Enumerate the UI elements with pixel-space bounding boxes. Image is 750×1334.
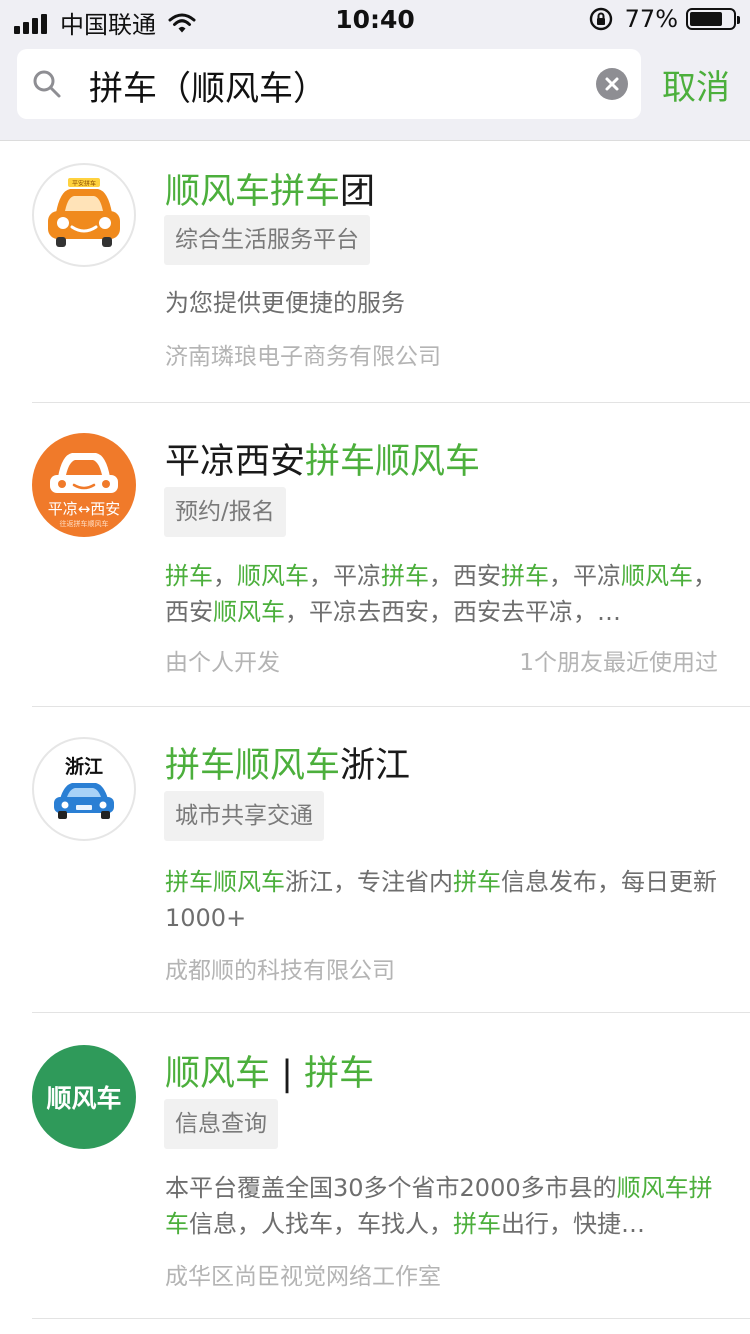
category-tag: 预约/报名 xyxy=(164,487,286,537)
text-segment: 信息，人找车，车找人， xyxy=(189,1210,453,1238)
highlighted-keyword: 顺风车 xyxy=(165,1054,271,1094)
logo-route-subtext: 往返拼车顺风车 xyxy=(60,519,109,528)
highlighted-keyword: 顺风车 xyxy=(237,562,309,590)
highlighted-keyword: 拼车 xyxy=(304,1054,375,1094)
list-item[interactable]: 浙江 拼车顺风车浙江 城市共享交通 拼车顺风车浙江，专注省内拼车信息发布，每日更… xyxy=(0,707,750,1013)
highlighted-keyword: 拼车 xyxy=(381,562,429,590)
search-input[interactable]: 拼车（顺风车） xyxy=(89,61,327,110)
divider xyxy=(32,1318,750,1319)
highlighted-keyword: 拼车 xyxy=(501,562,549,590)
result-title: 平凉西安拼车顺风车 xyxy=(165,433,480,484)
logo-route-text: 平凉↔西安 xyxy=(48,500,121,518)
orientation-lock-icon xyxy=(589,7,612,31)
text-segment: 为您提供更便捷的服务 xyxy=(165,289,405,317)
result-description: 拼车，顺风车，平凉拼车，西安拼车，平凉顺风车，西安顺风车，平凉去西安，西安去平凉… xyxy=(165,558,720,630)
result-description: 本平台覆盖全国30多个省市2000多市县的顺风车拼车信息，人找车，车找人，拼车出… xyxy=(165,1170,720,1242)
list-item[interactable]: 平凉↔西安 往返拼车顺风车 平凉西安拼车顺风车 预约/报名 拼车，顺风车，平凉拼… xyxy=(0,403,750,707)
text-segment: ，平凉 xyxy=(309,562,381,590)
list-item[interactable]: 顺风车 顺风车 | 拼车 信息查询 本平台覆盖全国30多个省市2000多市县的顺… xyxy=(0,1013,750,1323)
highlighted-keyword: 拼车顺风车 xyxy=(305,442,481,482)
result-description: 为您提供更便捷的服务 xyxy=(165,285,720,321)
highlighted-keyword: 拼车顺风车 xyxy=(165,868,285,896)
battery-percent: 77% xyxy=(624,5,678,33)
pingliang-xian-logo: 平凉↔西安 往返拼车顺风车 xyxy=(32,433,136,537)
search-box[interactable]: 拼车（顺风车） xyxy=(17,49,641,119)
text-segment: ，平凉去西安，西安去平凉，… xyxy=(285,598,621,626)
status-bar: 中国联通 10:40 77% xyxy=(0,0,750,40)
text-segment: ，平凉 xyxy=(549,562,621,590)
result-title: 顺风车拼车团 xyxy=(165,163,375,214)
developer-name: 成都顺的科技有限公司 xyxy=(165,958,395,984)
text-segment: ，西安 xyxy=(429,562,501,590)
developer-name: 济南璘琅电子商务有限公司 xyxy=(165,344,441,370)
status-right: 77% xyxy=(589,5,740,33)
result-title: 拼车顺风车浙江 xyxy=(165,737,410,788)
highlighted-keyword: 顺风车 xyxy=(621,562,693,590)
text-segment: 出行，快捷… xyxy=(501,1210,645,1238)
text-segment: 平凉西安 xyxy=(165,442,306,482)
developer-name: 由个人开发 xyxy=(165,650,280,676)
battery-icon xyxy=(686,8,740,30)
category-tag: 综合生活服务平台 xyxy=(164,215,370,265)
category-tag: 信息查询 xyxy=(164,1099,278,1149)
cancel-button[interactable]: 取消 xyxy=(662,60,730,109)
logo-sign-text: 平安拼车 xyxy=(72,180,96,188)
text-segment: 团 xyxy=(340,172,376,212)
zhejiang-car-logo: 浙江 xyxy=(32,737,136,841)
text-segment: ， xyxy=(213,562,237,590)
logo-text: 顺风车 xyxy=(46,1084,122,1113)
search-icon xyxy=(33,70,61,98)
result-title: 顺风车 | 拼车 xyxy=(165,1045,374,1096)
highlighted-keyword: 拼车顺风车 xyxy=(165,746,341,786)
shunfengche-text-logo: 顺风车 xyxy=(32,1045,136,1149)
text-segment: 本平台覆盖全国30多个省市2000多市县的 xyxy=(165,1174,617,1202)
highlighted-keyword: 拼车 xyxy=(453,1210,501,1238)
friends-used-note: 1个朋友最近使用过 xyxy=(519,650,718,676)
category-tag: 城市共享交通 xyxy=(164,791,324,841)
text-segment: 浙江，专注省内 xyxy=(285,868,453,896)
highlighted-keyword: 拼车 xyxy=(165,562,213,590)
highlighted-keyword: 拼车 xyxy=(453,868,501,896)
result-description: 拼车顺风车浙江，专注省内拼车信息发布，每日更新1000+ xyxy=(165,864,720,936)
highlighted-keyword: 顺风车 xyxy=(213,598,285,626)
logo-city-text: 浙江 xyxy=(65,755,103,778)
orange-car-logo: 平安拼车 xyxy=(32,163,136,267)
text-segment: 浙江 xyxy=(340,746,411,786)
clear-icon[interactable] xyxy=(596,68,628,100)
developer-name: 成华区尚臣视觉网络工作室 xyxy=(165,1264,441,1290)
text-segment: | xyxy=(270,1054,305,1094)
highlighted-keyword: 顺风车拼车 xyxy=(165,172,341,212)
highlighted-keyword: 顺风车 xyxy=(616,1174,689,1202)
top-bar: 中国联通 10:40 77% 拼车（顺风车） 取消 xyxy=(0,0,750,141)
list-item[interactable]: 平安拼车 顺风车拼车团 综合生活服务平台 为您提供更便捷的服务 济南璘琅电子商务… xyxy=(0,141,750,403)
